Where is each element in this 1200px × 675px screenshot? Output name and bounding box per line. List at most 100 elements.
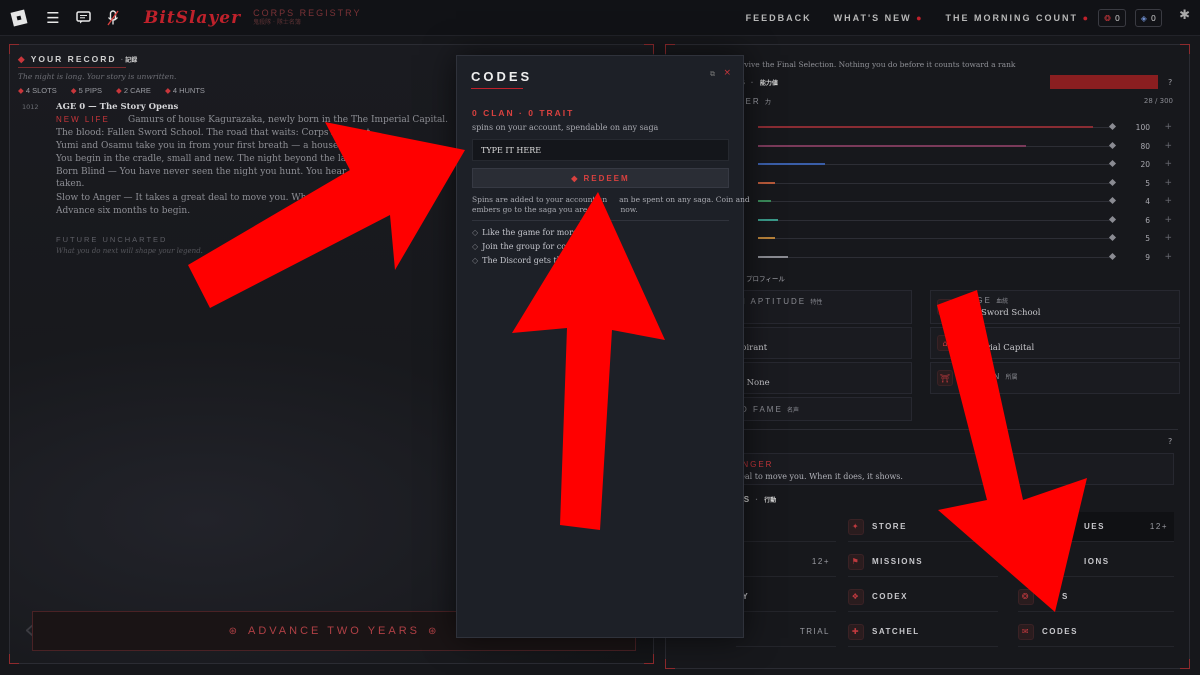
codes-button[interactable]: ✉ CODES: [1018, 617, 1174, 647]
coin-value: 0: [1114, 13, 1120, 23]
plus-icon[interactable]: +: [1164, 252, 1172, 262]
home-card[interactable]: ⌂ rial Capital: [930, 327, 1180, 359]
trait-card[interactable]: ANGER deal to move you. When it does, it…: [714, 453, 1174, 485]
action-cell[interactable]: TRIAL: [736, 617, 836, 647]
action-cell[interactable]: T: [736, 512, 836, 542]
stat-track: [758, 201, 1114, 202]
nav-morning-count-label: THE MORNING COUNT: [945, 13, 1079, 23]
redeem-button[interactable]: ◆ REDEEM: [472, 168, 729, 188]
satchel-icon: ✚: [848, 623, 864, 640]
missions-button[interactable]: ⚑ MISSIONS: [848, 547, 998, 577]
trial-badge: TRIAL: [799, 627, 830, 636]
story-line: Born Blind — You have never seen the nig…: [56, 167, 377, 177]
copy-icon[interactable]: ⧉: [710, 70, 715, 79]
list-item[interactable]: ◇ Like the game for more cod: [472, 226, 595, 240]
stat-fill: [758, 144, 1026, 147]
slots-chip-label: 4 SLOTS: [25, 86, 57, 95]
nav-feedback[interactable]: FEEDBACK: [746, 13, 812, 23]
list-item[interactable]: ◇ Join the group for codes: [472, 240, 595, 254]
corner-accent: [665, 44, 675, 54]
story-line: Advance six months to begin.: [56, 206, 191, 216]
nav-whats-new[interactable]: WHAT'S NEW ●: [834, 13, 924, 23]
coin-icon: ❂: [1104, 13, 1111, 23]
stat-cap-icon: [1108, 141, 1117, 149]
story-line: Slow to Anger — It takes a great deal to…: [56, 193, 377, 203]
plus-icon[interactable]: +: [1164, 122, 1172, 132]
new-life-label: NEW LIFE: [56, 115, 110, 124]
notification-dot-icon: ●: [916, 13, 924, 23]
corner-accent: [644, 44, 654, 54]
stat-value: 100: [1135, 123, 1150, 132]
list-item-text: Like the game for more cod: [482, 228, 595, 237]
action-cell[interactable]: TY: [736, 582, 836, 612]
spins-description: spins on your account, spendable on any …: [472, 123, 659, 132]
age-heading: AGE 0 — The Story Opens: [56, 102, 179, 112]
plus-icon[interactable]: +: [1164, 196, 1172, 206]
stat-track: [758, 256, 1114, 258]
plus-icon[interactable]: +: [1164, 215, 1172, 225]
stat-cap-icon: [1108, 122, 1117, 131]
trait-text: deal to move you. When it does, it shows…: [735, 472, 903, 481]
ability-redacted-badge[interactable]: [1050, 75, 1158, 89]
stat-fill: [758, 200, 772, 202]
plus-icon[interactable]: +: [1164, 159, 1172, 169]
hunts-chip: ◆ 4 HUNTS: [164, 86, 205, 95]
help-icon[interactable]: ?: [1168, 437, 1172, 446]
stat-row: 20 +: [758, 159, 1176, 170]
corner-accent: [1180, 44, 1190, 54]
close-icon[interactable]: ×: [723, 68, 731, 78]
diamond-outline-icon: ◇: [472, 228, 479, 237]
power-label-jp: 力: [764, 99, 771, 106]
emblem-icon: ⊛: [428, 625, 440, 637]
chat-icon[interactable]: [70, 5, 96, 31]
abilities-heading-jp: 能力値: [759, 80, 778, 87]
stat-fill: [758, 163, 825, 165]
diamond-icon: ◆: [18, 54, 27, 64]
ember-counter[interactable]: ◈ 0: [1134, 9, 1162, 27]
nav-morning-count[interactable]: THE MORNING COUNT ●: [946, 13, 1090, 23]
lineage-label: AGE 血統: [969, 296, 1008, 305]
plus-icon[interactable]: +: [1164, 233, 1172, 243]
stat-value: 5: [1145, 178, 1150, 188]
year-label: 1012: [22, 103, 39, 111]
fame-label-text: D FAME: [741, 405, 783, 414]
list-item-text: The Discord gets them: [482, 256, 575, 265]
stat-value: 5: [1145, 234, 1150, 243]
list-item[interactable]: ◇ The Discord gets them: [472, 254, 595, 268]
gear-icon[interactable]: ✱: [1179, 8, 1190, 23]
codex-button[interactable]: ❖ CODEX: [848, 582, 998, 612]
top-bar: ☰ BitSlayer CORPS REGISTRY 鬼殺隊 · 隊士名簿 FE…: [0, 0, 1200, 36]
satchel-button-label: SATCHEL: [872, 627, 920, 636]
satchel-button[interactable]: ✚ SATCHEL: [848, 617, 998, 647]
future-text: What you do next will shape your legend.: [56, 247, 203, 255]
store-button[interactable]: ✦ STORE: [848, 512, 998, 542]
stat-row: 100 +: [758, 122, 1176, 133]
voice-mic-icon[interactable]: [100, 5, 126, 31]
action-cell[interactable]: IONS: [1018, 547, 1174, 577]
diamond-outline-icon: ◇: [472, 256, 479, 265]
roblox-logo-icon[interactable]: [10, 9, 28, 26]
code-input[interactable]: [472, 139, 729, 161]
leagues-button[interactable]: UES 12+: [1018, 512, 1174, 542]
action-cell[interactable]: ❂ S: [1018, 582, 1174, 612]
home-icon: ⌂: [937, 335, 953, 351]
help-icon[interactable]: ?: [1168, 78, 1172, 87]
codex-icon: ❖: [848, 588, 864, 605]
record-title-jp: 記録: [125, 57, 138, 64]
affiliation-card[interactable]: ⛩ ION 所属: [930, 362, 1180, 394]
record-tagline: The night is long. Your story is unwritt…: [18, 72, 177, 81]
spins-note: Spins are added to your account an an be…: [472, 195, 750, 215]
record-title-text: YOUR RECORD: [30, 54, 117, 64]
coin-counter[interactable]: ❂ 0: [1098, 9, 1126, 27]
menu-icon[interactable]: ☰: [40, 5, 66, 31]
leagues-button-label: UES: [1084, 522, 1105, 531]
lineage-card[interactable]: ⚔ AGE 血統 Sword School: [930, 290, 1180, 324]
stat-track: [758, 238, 1114, 239]
action-cell-label: IONS: [1084, 557, 1110, 566]
stat-fill: [758, 237, 775, 239]
plus-icon[interactable]: +: [1164, 141, 1172, 151]
advance-button-label: ADVANCE TWO YEARS: [247, 625, 421, 637]
plus-icon[interactable]: +: [1164, 178, 1172, 188]
rank-value: pirant: [741, 343, 768, 353]
action-cell[interactable]: G12+: [736, 547, 836, 577]
